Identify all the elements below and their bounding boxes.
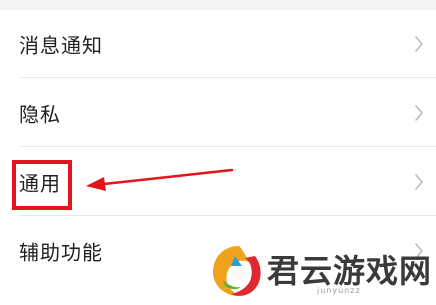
swirl-logo-icon bbox=[213, 246, 261, 296]
watermark-subtext: junyunzz bbox=[317, 286, 361, 295]
watermark: 君云游戏网 junyunzz bbox=[205, 240, 431, 304]
